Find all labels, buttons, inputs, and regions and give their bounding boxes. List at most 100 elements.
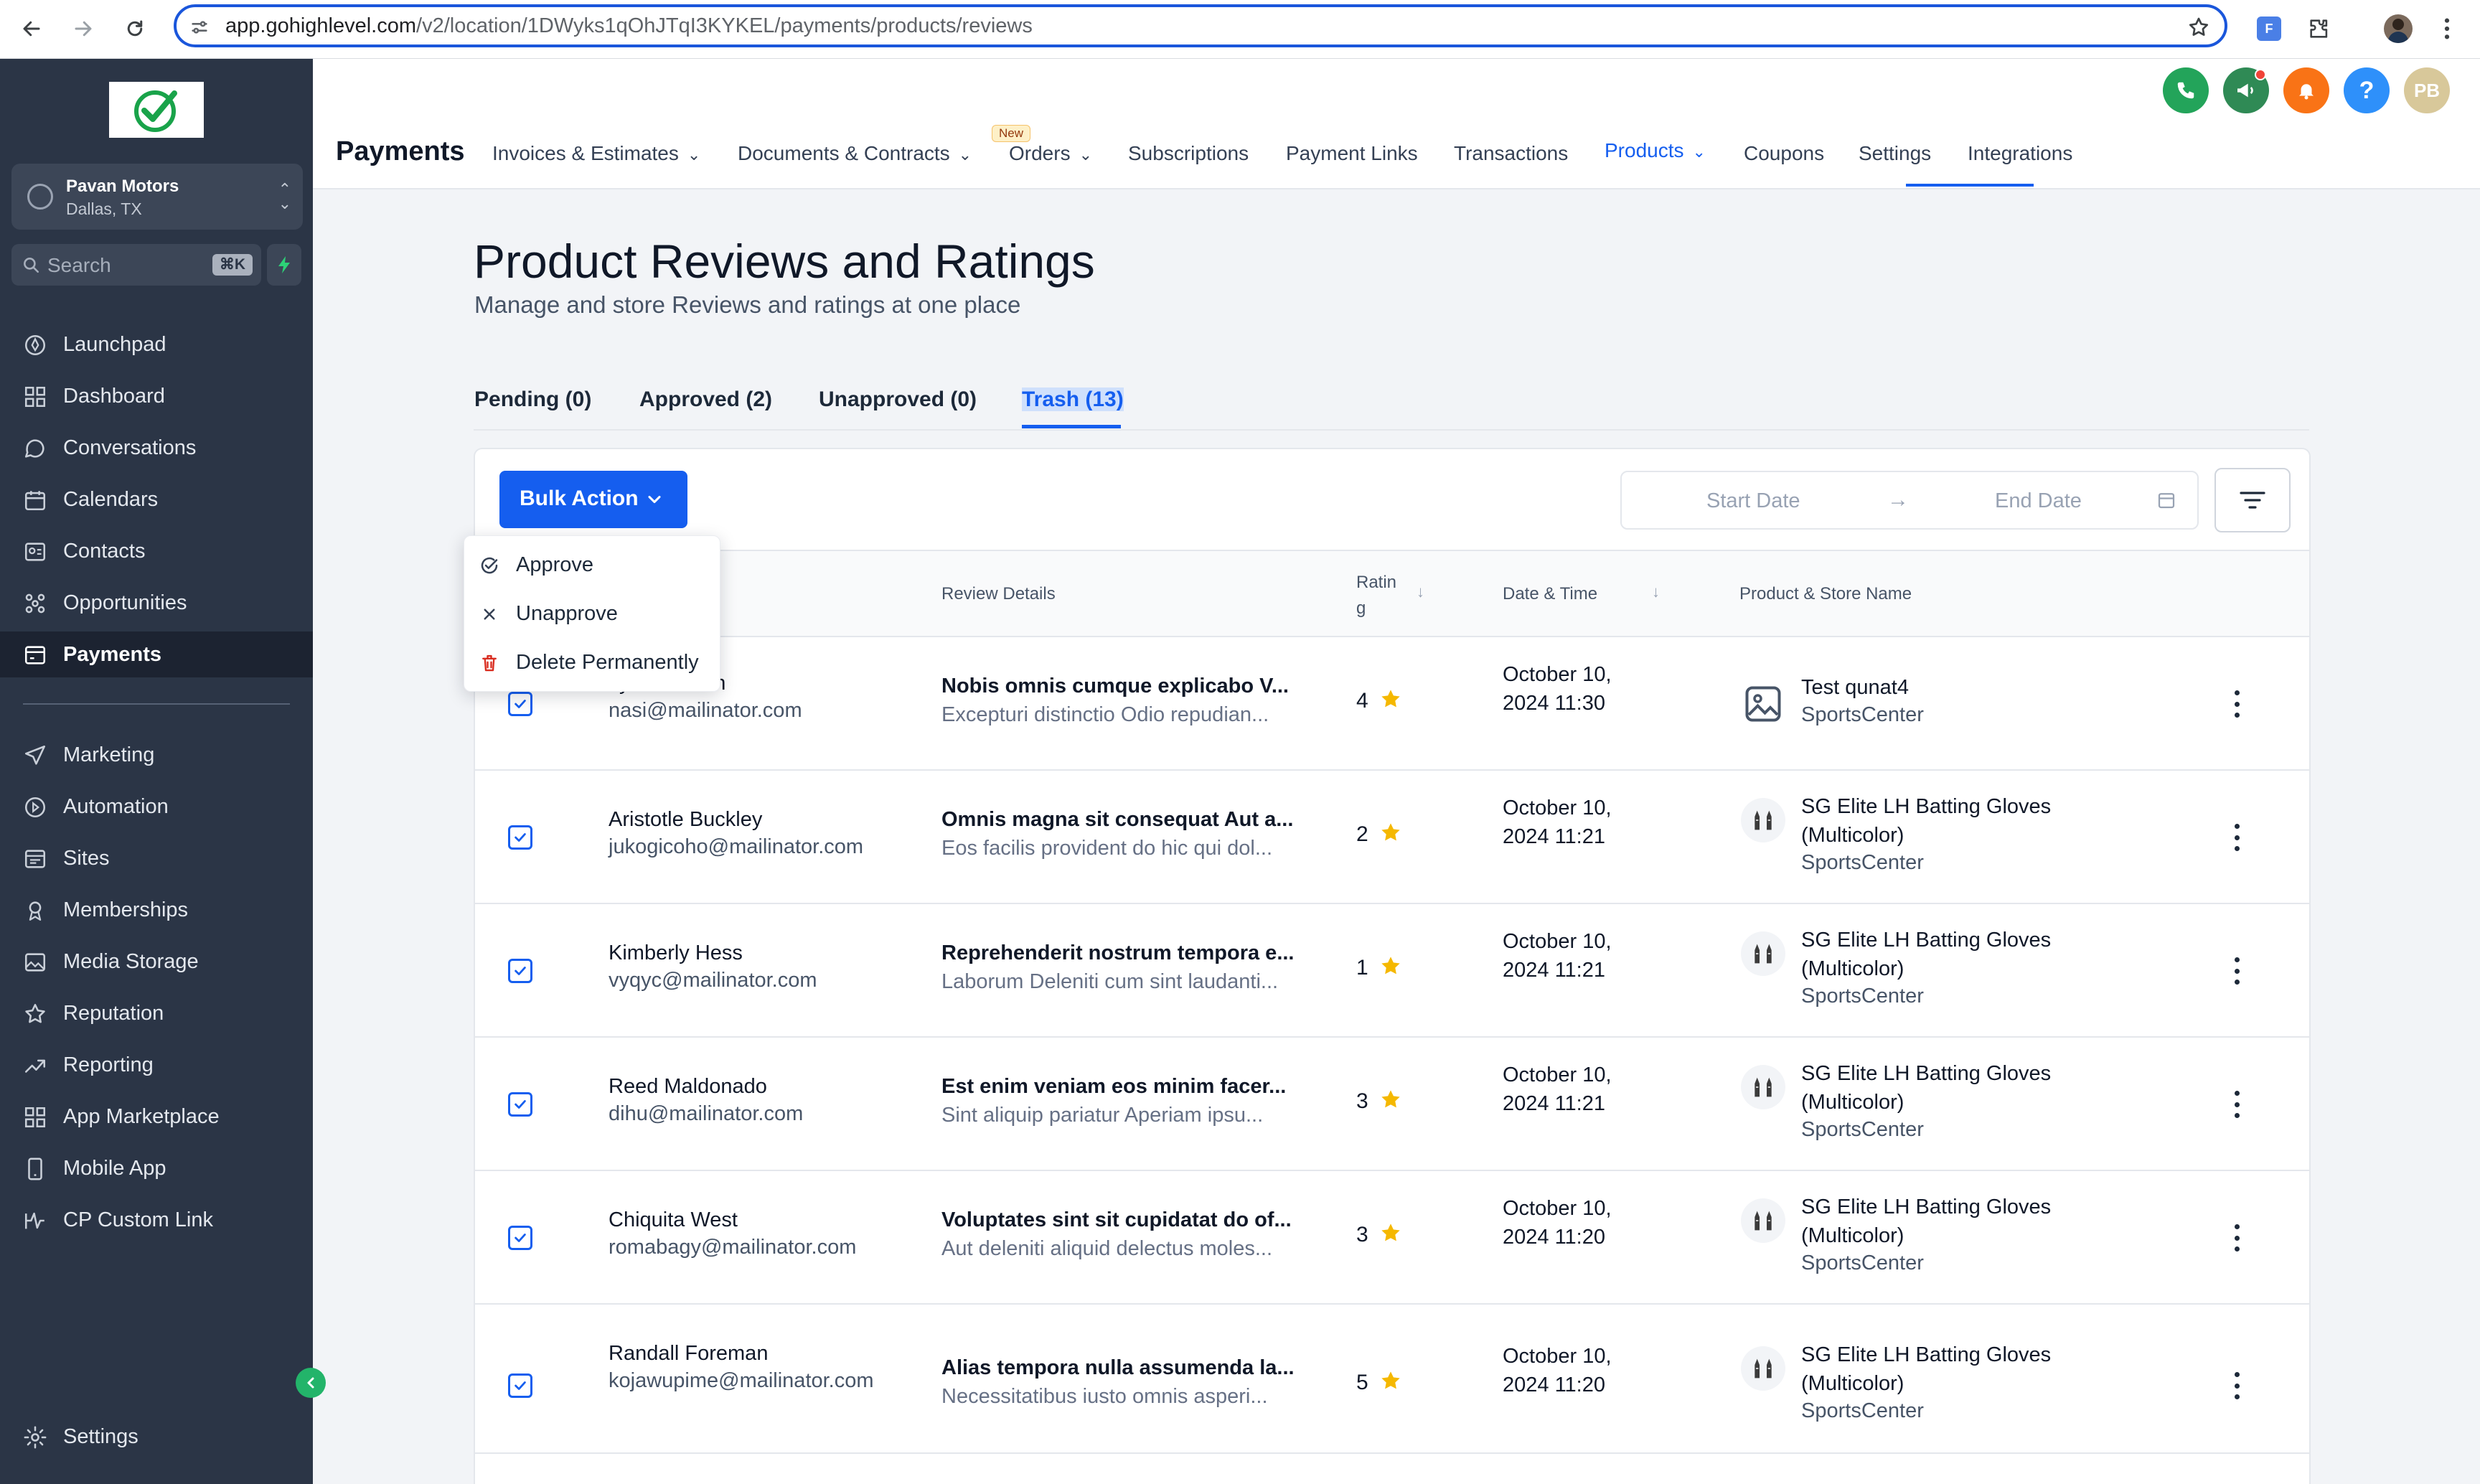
user-avatar[interactable]: PB	[2404, 67, 2450, 113]
profile-button[interactable]	[2381, 9, 2415, 49]
sidebar-item-dashboard[interactable]: Dashboard	[0, 373, 313, 419]
browser-menu-button[interactable]	[2433, 9, 2461, 49]
batting-gloves-thumbnail-icon	[1741, 1198, 1785, 1243]
row-checkbox[interactable]	[508, 1226, 532, 1250]
site-settings-icon[interactable]	[189, 17, 210, 37]
row-actions-button[interactable]	[2226, 1368, 2248, 1404]
column-date-time[interactable]: Date & Time	[1503, 584, 1597, 604]
column-review-details[interactable]: Review Details	[941, 584, 1056, 604]
sidebar-item-payments[interactable]: Payments	[0, 631, 313, 677]
row-actions-button[interactable]	[2226, 1086, 2248, 1122]
tab-transactions[interactable]: Transactions	[1454, 142, 1568, 165]
tab-pending[interactable]: Pending (0)	[474, 388, 591, 412]
row-actions-button[interactable]	[2226, 686, 2248, 722]
tab-trash[interactable]: Trash (13)	[1022, 388, 1124, 412]
sort-arrow-icon[interactable]: ↓	[1417, 583, 1424, 601]
review-date: October 10, 2024 11:30	[1503, 663, 1612, 715]
row-actions-button[interactable]	[2226, 1220, 2248, 1256]
sidebar-item-contacts[interactable]: Contacts	[0, 528, 313, 574]
sidebar-item-calendars[interactable]: Calendars	[0, 476, 313, 522]
sidebar-item-mobile-app[interactable]: Mobile App	[0, 1145, 313, 1191]
row-checkbox[interactable]	[508, 825, 532, 850]
row-checkbox[interactable]	[508, 1092, 532, 1117]
bulk-action-button[interactable]: Bulk Action	[499, 471, 687, 528]
account-switcher[interactable]: Pavan Motors Dallas, TX ⌃ ⌄	[11, 164, 303, 230]
contact-card-icon	[24, 543, 46, 561]
tab-label: Subscriptions	[1128, 142, 1249, 164]
sidebar-item-marketing[interactable]: Marketing	[0, 732, 313, 778]
extensions-button[interactable]	[2302, 9, 2336, 49]
rating-value: 5	[1356, 1371, 1368, 1394]
column-product-store[interactable]: Product & Store Name	[1739, 584, 1912, 604]
announcements-button[interactable]	[2223, 67, 2269, 113]
company-logo[interactable]	[109, 82, 204, 138]
tab-settings[interactable]: Settings	[1859, 142, 1931, 165]
date-range-picker[interactable]: Start Date → End Date	[1620, 471, 2199, 530]
menu-item-unapprove[interactable]: Unapprove	[464, 591, 721, 638]
end-date-input[interactable]: End Date	[1995, 489, 2082, 513]
help-button[interactable]: ?	[2344, 67, 2390, 113]
extension-button[interactable]: F	[2252, 9, 2286, 49]
sidebar-item-app-marketplace[interactable]: App Marketplace	[0, 1094, 313, 1140]
product-name: SG Elite LH Batting Gloves (Multicolor)	[1801, 795, 2052, 847]
sidebar-item-reporting[interactable]: Reporting	[0, 1042, 313, 1088]
sidebar-item-label: Reputation	[63, 1002, 164, 1025]
filter-button[interactable]	[2214, 468, 2291, 532]
tab-orders[interactable]: Orders ⌄	[1009, 142, 1092, 165]
image-icon	[24, 953, 46, 972]
product-name: SG Elite LH Batting Gloves (Multicolor)	[1801, 1062, 2052, 1114]
arrow-right-icon: →	[1887, 488, 1909, 512]
sidebar-item-launchpad[interactable]: Launchpad	[0, 321, 313, 367]
tab-payment-links[interactable]: Payment Links	[1286, 142, 1418, 165]
chevron-down-icon: ⌄	[958, 146, 972, 164]
sidebar-item-settings[interactable]: Settings	[0, 1414, 313, 1460]
sidebar-item-reputation[interactable]: Reputation	[0, 990, 313, 1036]
table-row[interactable]: Chiquita West romabagy@mailinator.com Vo…	[475, 1171, 2309, 1305]
row-actions-button[interactable]	[2226, 820, 2248, 855]
sidebar-item-memberships[interactable]: Memberships	[0, 887, 313, 933]
checkmark-logo-icon	[134, 90, 177, 132]
table-row[interactable]: Aristotle Buckley jukogicoho@mailinator.…	[475, 771, 2309, 904]
sidebar-item-cp-custom-link[interactable]: CP Custom Link	[0, 1197, 313, 1243]
phone-call-button[interactable]	[2163, 67, 2209, 113]
row-checkbox[interactable]	[508, 959, 532, 983]
tab-products[interactable]: Products ⌄	[1605, 139, 1706, 162]
table-row[interactable]: Kimberly Hess vyqyc@mailinator.com Repre…	[475, 904, 2309, 1038]
reviewer-email: dihu@mailinator.com	[609, 1102, 804, 1125]
tab-documents-contracts[interactable]: Documents & Contracts ⌄	[738, 142, 972, 165]
sidebar-collapse-button[interactable]	[296, 1368, 326, 1398]
sidebar-item-conversations[interactable]: Conversations	[0, 425, 313, 471]
tab-unapproved[interactable]: Unapproved (0)	[819, 388, 977, 412]
row-checkbox[interactable]	[508, 692, 532, 716]
forward-button[interactable]	[65, 10, 102, 47]
table-row[interactable]: Randall Foreman kojawupime@mailinator.co…	[475, 1305, 2309, 1454]
sidebar-item-automation[interactable]: Automation	[0, 784, 313, 830]
sidebar-item-opportunities[interactable]: Opportunities	[0, 580, 313, 626]
notifications-button[interactable]	[2283, 67, 2329, 113]
menu-item-delete-permanently[interactable]: Delete Permanently	[464, 639, 721, 687]
sidebar-item-sites[interactable]: Sites	[0, 835, 313, 881]
back-button[interactable]	[13, 10, 50, 47]
row-checkbox[interactable]	[508, 1373, 532, 1398]
reload-button[interactable]	[116, 10, 154, 47]
tab-integrations[interactable]: Integrations	[1968, 142, 2072, 165]
table-row[interactable]: Reed Maldonado dihu@mailinator.com Est e…	[475, 1038, 2309, 1171]
tab-approved[interactable]: Approved (2)	[639, 388, 772, 412]
quick-action-button[interactable]	[267, 244, 301, 286]
table-row[interactable]: Lyle Franklin nasi@mailinator.com Nobis …	[475, 637, 2309, 771]
column-rating[interactable]: Rating	[1356, 570, 1402, 621]
sort-arrow-icon[interactable]: ↓	[1652, 583, 1660, 601]
page-subtitle: Manage and store Reviews and ratings at …	[474, 291, 1021, 318]
address-bar[interactable]: app.gohighlevel.com/v2/location/1DWyks1q…	[174, 4, 2227, 47]
bookmark-star-icon[interactable]	[2187, 16, 2210, 39]
tab-invoices-estimates[interactable]: Invoices & Estimates ⌄	[492, 142, 700, 165]
sidebar-search[interactable]: Search ⌘K	[11, 244, 261, 286]
start-date-input[interactable]: Start Date	[1706, 489, 1800, 513]
tab-coupons[interactable]: Coupons	[1744, 142, 1824, 165]
row-actions-button[interactable]	[2226, 953, 2248, 989]
tab-subscriptions[interactable]: Subscriptions	[1128, 142, 1249, 165]
menu-item-approve[interactable]: Approve	[464, 542, 721, 589]
sidebar-item-media-storage[interactable]: Media Storage	[0, 939, 313, 985]
review-description: Aut deleniti aliquid delectus moles...	[941, 1237, 1273, 1260]
close-icon	[484, 609, 495, 620]
